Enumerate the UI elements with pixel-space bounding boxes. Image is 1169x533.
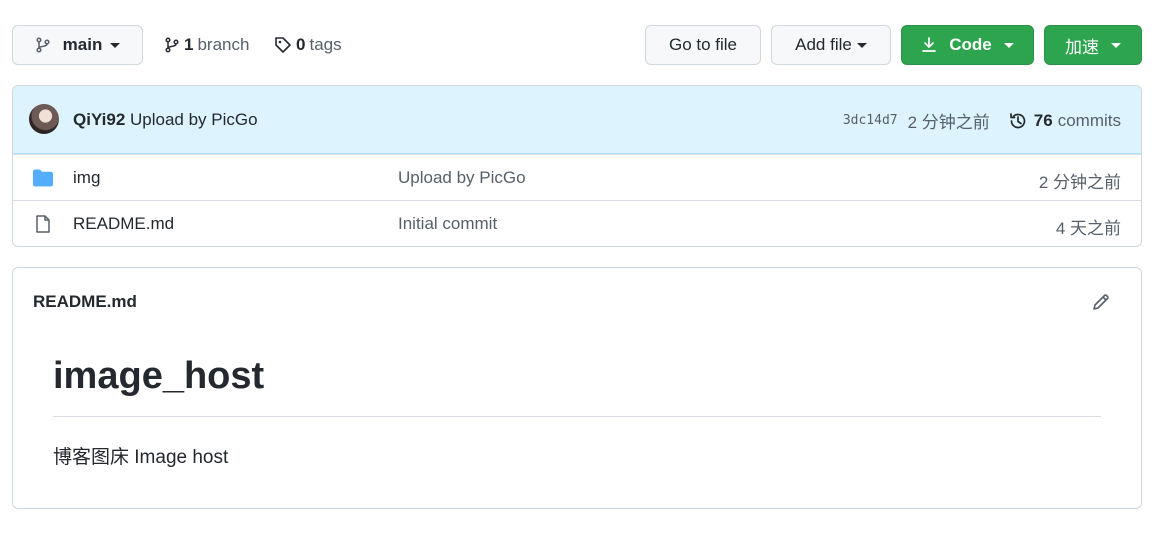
- go-to-file-label: Go to file: [668, 35, 738, 54]
- git-branch-icon: [36, 37, 50, 53]
- chevron-down-icon: [1003, 42, 1014, 48]
- file-age: 4 天之前: [1055, 219, 1121, 238]
- code-button[interactable]: Code: [901, 25, 1034, 65]
- add-file-label: Add file: [795, 35, 852, 54]
- tags-count: 0: [296, 35, 306, 54]
- tags-label: tags: [309, 35, 342, 54]
- commit-details: 3dc14d7 2 分钟之前 76 commits: [843, 108, 1121, 133]
- commit-author[interactable]: QiYi92: [73, 110, 125, 130]
- commits-count: 76: [1033, 110, 1053, 130]
- branch-select-button[interactable]: main: [12, 25, 143, 65]
- file-name[interactable]: img: [73, 168, 100, 188]
- commits-label: commits: [1057, 110, 1121, 130]
- chevron-down-icon: [1111, 42, 1121, 48]
- repo-toolbar: main 1 branch 0 tags Go to file Add file…: [12, 25, 1142, 65]
- branch-name: main: [62, 35, 103, 54]
- add-file-button[interactable]: Add file: [771, 25, 891, 65]
- heading-divider: [53, 416, 1101, 417]
- file-commit-message[interactable]: Initial commit: [398, 214, 497, 234]
- tags-link[interactable]: 0 tags: [274, 25, 342, 65]
- chevron-down-icon: [856, 42, 867, 48]
- file-commit-message[interactable]: Upload by PicGo: [398, 168, 526, 188]
- branches-count: 1: [184, 35, 194, 54]
- commit-message[interactable]: Upload by PicGo: [130, 110, 258, 130]
- file-row-img[interactable]: img Upload by PicGo 2 分钟之前: [13, 154, 1141, 200]
- avatar[interactable]: [29, 104, 59, 134]
- git-branch-icon: [165, 37, 179, 53]
- file-name[interactable]: README.md: [73, 214, 174, 234]
- commits-link[interactable]: 76 commits: [1008, 111, 1121, 131]
- readme-heading: image_host: [53, 355, 265, 397]
- history-icon: [1009, 112, 1026, 128]
- code-label: Code: [949, 35, 992, 54]
- go-to-file-button[interactable]: Go to file: [645, 25, 761, 65]
- accelerate-label: 加速: [1065, 37, 1099, 57]
- commit-sha[interactable]: 3dc14d7: [843, 113, 898, 128]
- file-row-readme[interactable]: README.md Initial commit 4 天之前: [13, 200, 1141, 246]
- file-listing: QiYi92 Upload by PicGo 3dc14d7 2 分钟之前 76…: [12, 85, 1142, 247]
- readme-panel: README.md image_host 博客图床 Image host: [12, 267, 1142, 509]
- readme-body: 博客图床 Image host: [53, 447, 229, 468]
- tag-icon: [275, 37, 291, 53]
- folder-icon: [33, 169, 53, 187]
- branches-link[interactable]: 1 branch: [164, 25, 249, 65]
- file-icon: [36, 215, 50, 233]
- chevron-down-icon: [110, 42, 121, 48]
- file-age: 2 分钟之前: [1038, 173, 1121, 192]
- branches-label: branch: [197, 35, 250, 54]
- download-icon: [922, 37, 937, 52]
- accelerate-button[interactable]: 加速: [1044, 25, 1142, 65]
- pencil-icon[interactable]: [1091, 292, 1111, 312]
- latest-commit-bar: QiYi92 Upload by PicGo 3dc14d7 2 分钟之前 76…: [13, 86, 1141, 154]
- commit-age: 2 分钟之前: [907, 113, 990, 132]
- readme-file-name[interactable]: README.md: [33, 292, 137, 312]
